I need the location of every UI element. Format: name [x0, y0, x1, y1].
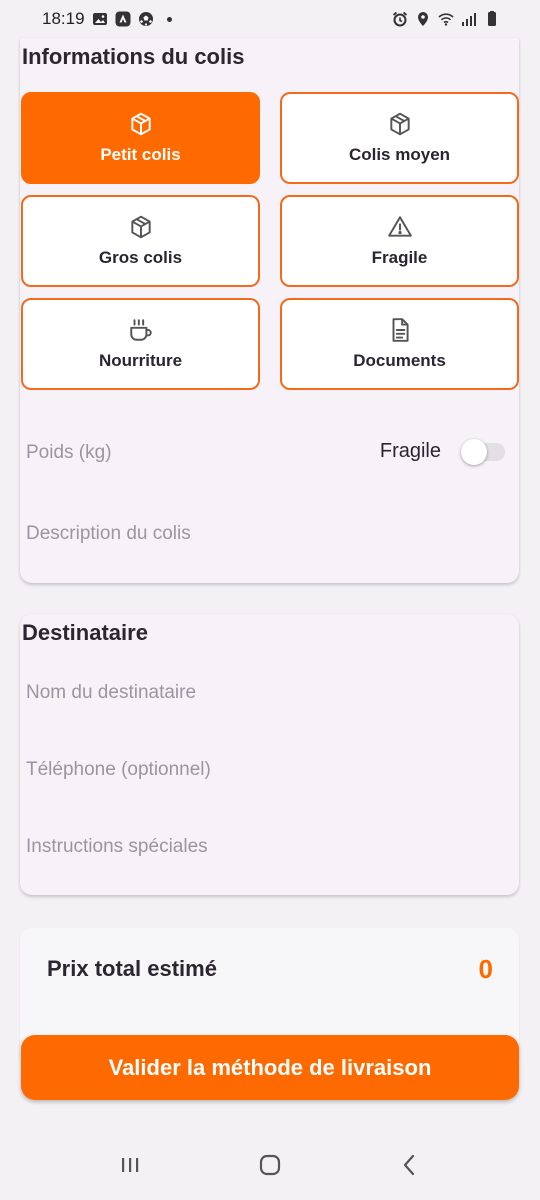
parcel-type-label: Gros colis — [98, 248, 183, 267]
home-icon[interactable] — [250, 1145, 290, 1185]
alarm-icon — [392, 11, 408, 27]
parcel-type-label: Petit colis — [100, 145, 181, 164]
special-instructions-input[interactable]: Instructions spéciales — [26, 836, 208, 858]
coffee-cup-icon — [128, 317, 154, 343]
status-time: 18:19 — [42, 9, 85, 28]
box-icon — [128, 214, 154, 240]
battery-icon — [484, 11, 500, 27]
recipient-section-title: Destinataire — [22, 620, 148, 645]
recipient-name-input[interactable]: Nom du destinataire — [26, 682, 196, 704]
wifi-icon — [438, 11, 454, 27]
status-bar: 18:19 — [0, 0, 540, 38]
description-input[interactable]: Description du colis — [26, 523, 191, 545]
signal-icon — [461, 11, 477, 27]
box-icon — [128, 111, 154, 137]
status-left: 18:19 — [42, 9, 172, 29]
fragile-toggle-label: Fragile — [379, 440, 441, 462]
image-icon — [92, 11, 108, 27]
recent-apps-icon[interactable] — [110, 1145, 150, 1185]
document-icon — [387, 317, 413, 343]
box-icon — [387, 111, 413, 137]
parcel-info-card: Informations du colis Petit colis Colis … — [20, 38, 519, 583]
parcel-type-fragile[interactable]: Fragile — [280, 195, 519, 287]
parcel-type-gros-colis[interactable]: Gros colis — [21, 195, 260, 287]
back-icon[interactable] — [390, 1145, 430, 1185]
soccer-ball-icon — [138, 11, 154, 27]
location-icon — [415, 11, 431, 27]
validate-delivery-button[interactable]: Valider la méthode de livraison — [21, 1035, 519, 1100]
toggle-knob — [461, 438, 487, 465]
warning-icon — [387, 214, 413, 240]
fragile-toggle[interactable] — [461, 438, 505, 465]
weight-input[interactable]: Poids (kg) — [26, 442, 112, 464]
parcel-type-colis-moyen[interactable]: Colis moyen — [280, 92, 519, 184]
parcel-type-nourriture[interactable]: Nourriture — [21, 298, 260, 390]
nav-app-icon — [115, 11, 131, 27]
parcel-type-label: Fragile — [371, 248, 428, 267]
system-nav-bar — [0, 1130, 540, 1200]
price-label: Prix total estimé — [47, 956, 217, 981]
recipient-phone-input[interactable]: Téléphone (optionnel) — [26, 759, 211, 781]
parcel-type-label: Colis moyen — [348, 145, 451, 164]
status-right — [392, 11, 500, 27]
parcel-type-documents[interactable]: Documents — [280, 298, 519, 390]
parcel-type-label: Documents — [353, 351, 446, 370]
fragile-toggle-row: Fragile — [379, 438, 505, 465]
price-value: 0 — [478, 954, 493, 984]
recipient-card: Destinataire Nom du destinataire Télépho… — [20, 614, 519, 895]
parcel-section-title: Informations du colis — [22, 44, 245, 69]
notification-dot — [166, 16, 172, 22]
parcel-type-label: Nourriture — [98, 351, 183, 370]
parcel-type-petit-colis[interactable]: Petit colis — [21, 92, 260, 184]
